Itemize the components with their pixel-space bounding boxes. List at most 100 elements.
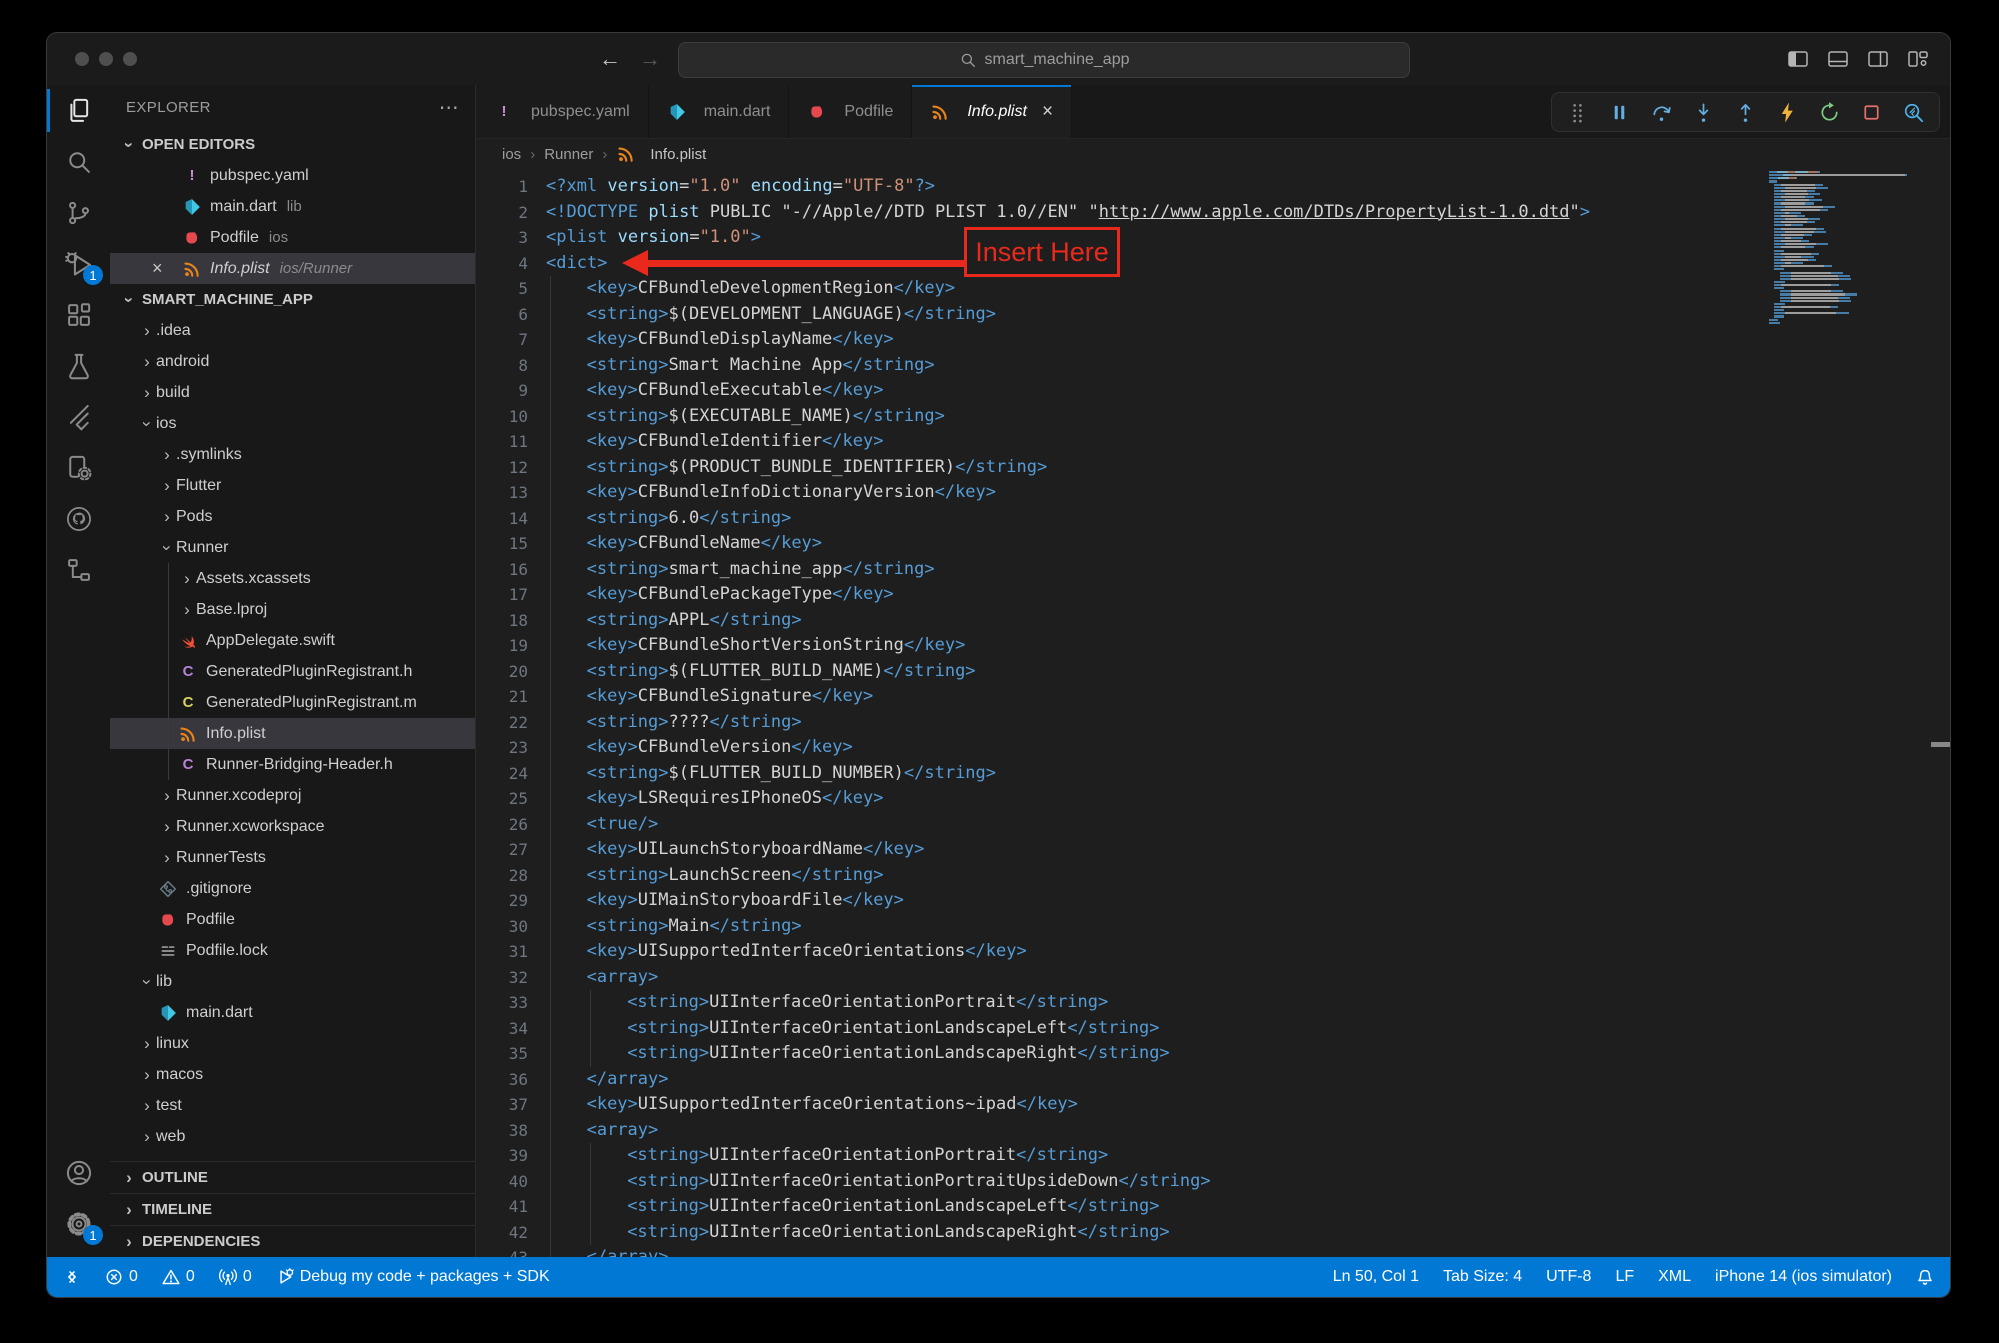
tab-Podfile[interactable]: Podfile [789, 85, 912, 138]
tree-folder-linux[interactable]: ›linux [110, 1028, 475, 1059]
forward-arrow-icon[interactable]: → [639, 46, 661, 72]
activity-item-extensions[interactable] [47, 289, 110, 340]
layout-panel-icon[interactable] [1826, 47, 1850, 71]
layout-sidebar-right-icon[interactable] [1866, 47, 1890, 71]
tree-folder-Runner[interactable]: ›Runner [110, 532, 475, 563]
section-dependencies[interactable]: ›DEPENDENCIES [110, 1225, 475, 1257]
flash-icon[interactable] [1776, 101, 1799, 124]
minimize-window-button[interactable] [99, 52, 113, 66]
line-number: 27 [476, 837, 528, 863]
activity-item-explorer[interactable] [47, 85, 110, 136]
close-icon[interactable]: × [152, 258, 163, 279]
breadcrumb-item[interactable]: ios [502, 146, 521, 163]
tree-folder-Base.lproj[interactable]: ›Base.lproj [110, 594, 475, 625]
activity-item-source-control[interactable] [47, 187, 110, 238]
pause-icon[interactable] [1608, 101, 1631, 124]
tree-folder-RunnerTests[interactable]: ›RunnerTests [110, 842, 475, 873]
layout-customize-icon[interactable] [1906, 47, 1930, 71]
tab-pubspec.yaml[interactable]: !pubspec.yaml [476, 85, 649, 138]
tree-folder-Flutter[interactable]: ›Flutter [110, 470, 475, 501]
github-icon [65, 505, 93, 533]
step-over-icon[interactable] [1650, 101, 1673, 124]
tree-folder-android[interactable]: ›android [110, 346, 475, 377]
tree-file-GeneratedPluginRegistrant.h[interactable]: CGeneratedPluginRegistrant.h [110, 656, 475, 687]
tree-folder-test[interactable]: ›test [110, 1090, 475, 1121]
activity-item-references[interactable] [47, 544, 110, 595]
status-utf-8[interactable]: UTF-8 [1546, 1268, 1591, 1286]
activity-item-settings[interactable]: 1 [47, 1198, 110, 1249]
tab-Info.plist[interactable]: Info.plist× [912, 85, 1072, 138]
activity-item-search[interactable] [47, 136, 110, 187]
status-bell[interactable] [1916, 1268, 1934, 1286]
chevron-right-icon: › [158, 817, 176, 837]
tree-file-Podfile.lock[interactable]: Podfile.lock [110, 935, 475, 966]
tree-folder-lib[interactable]: ›lib [110, 966, 475, 997]
tree-file-Info.plist[interactable]: Info.plist [110, 718, 475, 749]
project-section-header[interactable]: › SMART_MACHINE_APP [110, 284, 475, 315]
tree-folder-web[interactable]: ›web [110, 1121, 475, 1152]
more-actions-icon[interactable]: ⋯ [439, 95, 459, 120]
close-icon[interactable]: × [1042, 101, 1053, 123]
tree-folder-build[interactable]: ›build [110, 377, 475, 408]
restart-icon[interactable] [1818, 101, 1841, 124]
status-warning[interactable]: 0 [162, 1268, 195, 1286]
section-outline[interactable]: ›OUTLINE [110, 1161, 475, 1193]
breadcrumb-item[interactable]: Info.plist [616, 145, 706, 163]
tree-file-Podfile[interactable]: Podfile [110, 904, 475, 935]
scrollbar-marker[interactable] [1931, 742, 1950, 747]
status-iphone-14-ios-simulator-[interactable]: iPhone 14 (ios simulator) [1715, 1268, 1892, 1286]
layout-sidebar-left-icon[interactable] [1786, 47, 1810, 71]
tree-file-Runner-Bridging-Header.h[interactable]: CRunner-Bridging-Header.h [110, 749, 475, 780]
status-debug[interactable]: Debug my code + packages + SDK [276, 1268, 550, 1286]
close-window-button[interactable] [75, 52, 89, 66]
activity-item-testing[interactable] [47, 340, 110, 391]
badge: 1 [83, 1225, 103, 1245]
tree-folder-.idea[interactable]: ›.idea [110, 315, 475, 346]
stop-icon[interactable] [1860, 101, 1883, 124]
tree-folder-ios[interactable]: ›ios [110, 408, 475, 439]
tree-folder-macos[interactable]: ›macos [110, 1059, 475, 1090]
tree-file-AppDelegate.swift[interactable]: AppDelegate.swift [110, 625, 475, 656]
tree-item-label: android [156, 353, 209, 371]
breadcrumb-item[interactable]: Runner [544, 146, 593, 163]
open-editor-main.dart[interactable]: main.dartlib [110, 191, 475, 222]
gripper-icon[interactable] [1566, 101, 1589, 124]
status-tab-size-4[interactable]: Tab Size: 4 [1443, 1268, 1522, 1286]
back-arrow-icon[interactable]: ← [599, 46, 621, 72]
inspect-icon[interactable] [1902, 101, 1925, 124]
code-line-42: 42<string>UIInterfaceOrientationLandscap… [476, 1220, 1950, 1246]
status-broadcast[interactable]: 0 [219, 1268, 252, 1286]
section-timeline[interactable]: ›TIMELINE [110, 1193, 475, 1225]
activity-item-flutter[interactable] [47, 391, 110, 442]
status-xml[interactable]: XML [1658, 1268, 1691, 1286]
code-editor[interactable]: 1<?xml version="1.0" encoding="UTF-8"?>2… [476, 169, 1950, 1257]
command-center-search[interactable]: smart_machine_app [678, 42, 1410, 78]
status-lf[interactable]: LF [1615, 1268, 1634, 1286]
open-editors-header[interactable]: › OPEN EDITORS [110, 129, 475, 160]
insert-here-annotation: Insert Here [964, 227, 1120, 277]
zoom-window-button[interactable] [123, 52, 137, 66]
status-ln-50-col-1[interactable]: Ln 50, Col 1 [1333, 1268, 1419, 1286]
tree-folder-Assets.xcassets[interactable]: ›Assets.xcassets [110, 563, 475, 594]
step-out-icon[interactable] [1734, 101, 1757, 124]
activity-item-account[interactable] [47, 1147, 110, 1198]
tree-folder-Runner.xcworkspace[interactable]: ›Runner.xcworkspace [110, 811, 475, 842]
open-editor-pubspec.yaml[interactable]: !pubspec.yaml [110, 160, 475, 191]
status-error[interactable]: 0 [105, 1268, 138, 1286]
activity-item-run-debug[interactable]: 1 [47, 238, 110, 289]
tree-file-GeneratedPluginRegistrant.m[interactable]: CGeneratedPluginRegistrant.m [110, 687, 475, 718]
open-editor-Info.plist[interactable]: ×Info.plistios/Runner [110, 253, 475, 284]
tree-folder-Runner.xcodeproj[interactable]: ›Runner.xcodeproj [110, 780, 475, 811]
activity-item-github[interactable] [47, 493, 110, 544]
step-into-icon[interactable] [1692, 101, 1715, 124]
tab-main.dart[interactable]: main.dart [649, 85, 790, 138]
activity-item-project-config[interactable] [47, 442, 110, 493]
tree-file-.gitignore[interactable]: .gitignore [110, 873, 475, 904]
tree-file-main.dart[interactable]: main.dart [110, 997, 475, 1028]
minimap[interactable] [1769, 171, 1919, 325]
open-editor-Podfile[interactable]: Podfileios [110, 222, 475, 253]
tree-folder-.symlinks[interactable]: ›.symlinks [110, 439, 475, 470]
status-remote[interactable] [63, 1268, 81, 1286]
code-line-17: 17<key>CFBundlePackageType</key> [476, 582, 1950, 608]
tree-folder-Pods[interactable]: ›Pods [110, 501, 475, 532]
